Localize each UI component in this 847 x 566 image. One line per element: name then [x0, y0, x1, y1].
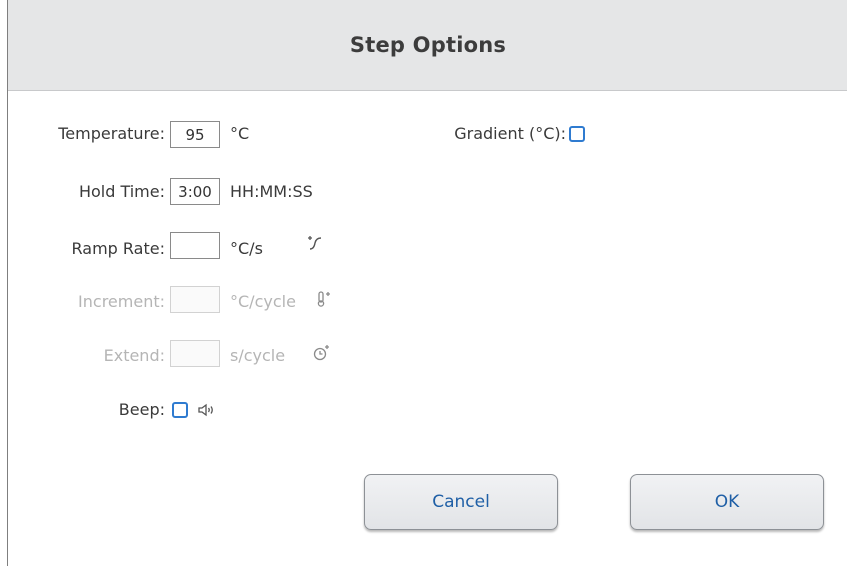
- temperature-label: Temperature:: [58, 124, 165, 143]
- increment-unit: °C/cycle: [230, 292, 296, 311]
- gradient-checkbox[interactable]: [569, 126, 585, 142]
- hold-time-input[interactable]: [170, 178, 220, 205]
- dialog-title: Step Options: [349, 33, 507, 57]
- increment-label: Increment:: [78, 292, 165, 311]
- thermometer-plus-icon: [317, 291, 330, 307]
- increment-input[interactable]: [170, 286, 220, 313]
- extend-input[interactable]: [170, 340, 220, 367]
- hold-time-unit: HH:MM:SS: [230, 182, 313, 201]
- beep-checkbox[interactable]: [172, 402, 188, 418]
- speaker-icon: [198, 403, 213, 417]
- ramp-rate-label: Ramp Rate:: [71, 239, 165, 258]
- cancel-button[interactable]: Cancel: [364, 474, 558, 530]
- hold-time-label: Hold Time:: [78, 182, 165, 201]
- ramp-rate-input[interactable]: [170, 232, 220, 259]
- dialog-title-bar: Step Options: [8, 0, 847, 91]
- beep-label: Beep:: [118, 400, 165, 419]
- clock-plus-icon: [313, 345, 329, 361]
- extend-label: Extend:: [103, 346, 165, 365]
- extend-unit: s/cycle: [230, 346, 286, 365]
- temperature-unit: °C: [230, 124, 250, 143]
- step-options-dialog: Step Options Temperature: °C Gradient (°…: [7, 0, 847, 566]
- ramp-icon: [308, 236, 322, 250]
- temperature-input[interactable]: [170, 121, 220, 148]
- ramp-rate-unit: °C/s: [230, 239, 263, 258]
- ok-button[interactable]: OK: [630, 474, 824, 530]
- gradient-label: Gradient (°C):: [454, 124, 566, 143]
